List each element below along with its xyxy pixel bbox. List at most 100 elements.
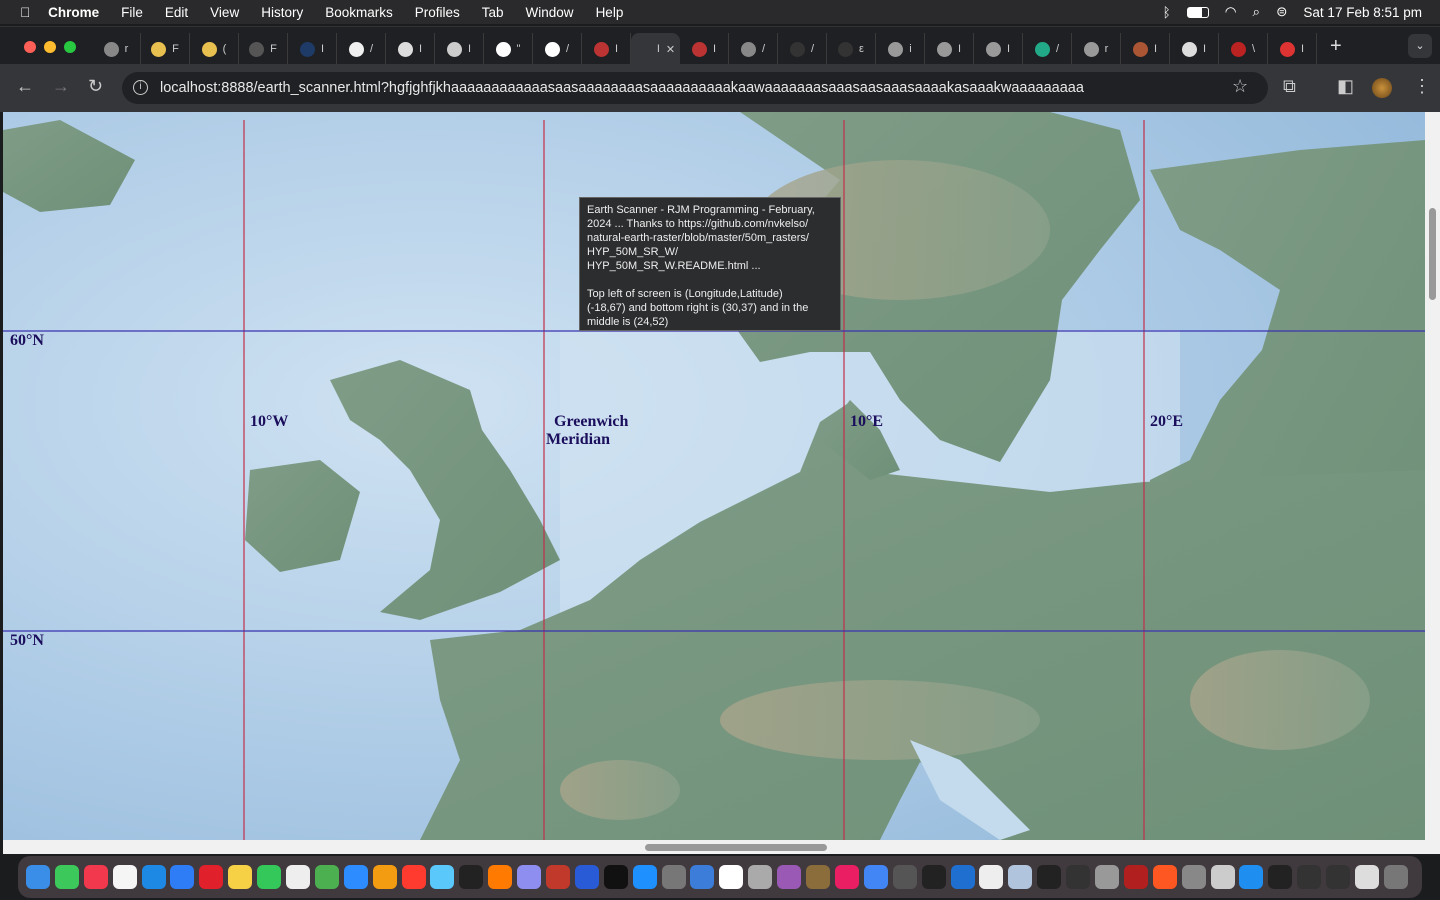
spectrum-icon[interactable]	[1008, 865, 1033, 889]
tab-search-button[interactable]: ⌄	[1408, 34, 1432, 58]
browser-tab[interactable]: I	[1170, 33, 1219, 65]
menu-tab[interactable]: Tab	[482, 5, 504, 20]
appstore-icon[interactable]	[632, 865, 657, 889]
url-text[interactable]: localhost:8888/earth_scanner.html?hgfjgh…	[160, 80, 1084, 96]
new-tab-button[interactable]: +	[1330, 35, 1342, 58]
launchpad-icon[interactable]	[517, 865, 542, 889]
browser-tab[interactable]: I	[1268, 33, 1317, 65]
gpt-icon[interactable]	[1094, 865, 1119, 889]
browser-tab[interactable]: F	[141, 33, 190, 65]
terminal3-icon[interactable]	[1037, 865, 1062, 889]
safari-icon[interactable]	[141, 865, 166, 889]
intellij-icon[interactable]	[834, 865, 859, 889]
browser-tab[interactable]: /	[778, 33, 827, 65]
browser-tab[interactable]: I	[288, 33, 337, 65]
reload-icon[interactable]: ↻	[88, 76, 103, 97]
opera-icon[interactable]	[199, 865, 224, 889]
zoom-icon[interactable]	[343, 865, 368, 889]
forward-icon[interactable]: →	[52, 76, 70, 97]
vertical-scroll-thumb[interactable]	[1429, 208, 1436, 300]
apple-icon[interactable]: 	[20, 5, 30, 20]
menu-app-chrome[interactable]: Chrome	[48, 5, 99, 20]
bluetooth-icon[interactable]: ᛒ	[1163, 5, 1171, 20]
appletv-icon[interactable]	[603, 865, 628, 889]
textedit-icon[interactable]	[286, 865, 311, 889]
system-prefs-icon[interactable]	[748, 865, 773, 889]
vertical-scrollbar[interactable]	[1425, 112, 1440, 854]
browser-tab[interactable]: i	[876, 33, 925, 65]
monitor-icon[interactable]	[1066, 865, 1091, 889]
preview-icon[interactable]	[430, 865, 455, 889]
browser-tab[interactable]: r	[1072, 33, 1121, 65]
trash-icon[interactable]	[1383, 865, 1408, 889]
screenshot-icon[interactable]	[1181, 865, 1206, 889]
browser-tab[interactable]: /	[337, 33, 386, 65]
downloads-icon[interactable]	[1210, 865, 1235, 889]
browser-tab[interactable]: I	[925, 33, 974, 65]
mail-icon[interactable]	[170, 865, 195, 889]
bbedit-icon[interactable]	[574, 865, 599, 889]
music-icon[interactable]	[83, 865, 108, 889]
podcasts-icon[interactable]	[777, 865, 802, 889]
menu-bookmarks[interactable]: Bookmarks	[325, 5, 393, 20]
window2-icon[interactable]	[1297, 865, 1322, 889]
menu-file[interactable]: File	[121, 5, 143, 20]
menu-history[interactable]: History	[261, 5, 303, 20]
calculator-icon[interactable]	[661, 865, 686, 889]
site-info-icon[interactable]: i	[133, 80, 148, 95]
files-icon[interactable]	[979, 865, 1004, 889]
close-window-button[interactable]	[24, 41, 36, 53]
window3-icon[interactable]	[1326, 865, 1351, 889]
window1-icon[interactable]	[1268, 865, 1293, 889]
gimp-icon[interactable]	[892, 865, 917, 889]
browser-tab[interactable]: ε	[827, 33, 876, 65]
control-center-icon[interactable]: ⊜	[1276, 4, 1287, 20]
extensions-icon[interactable]: ⧉	[1283, 76, 1296, 97]
address-bar[interactable]: i localhost:8888/earth_scanner.html?hgfj…	[122, 72, 1268, 104]
menu-profiles[interactable]: Profiles	[415, 5, 460, 20]
browser-tab[interactable]: /	[1023, 33, 1072, 65]
terminal2-icon[interactable]	[921, 865, 946, 889]
browser-tab[interactable]: /	[533, 33, 582, 65]
facetime-icon[interactable]	[257, 865, 282, 889]
horizontal-scroll-thumb[interactable]	[645, 844, 827, 851]
back-icon[interactable]: ←	[16, 76, 34, 97]
browser-tab[interactable]: (	[190, 33, 239, 65]
profile-avatar[interactable]	[1372, 78, 1392, 98]
battery-icon[interactable]	[1186, 6, 1209, 18]
spinner-icon[interactable]	[1152, 865, 1177, 889]
calendar-icon[interactable]	[719, 865, 744, 889]
side-panel-icon[interactable]: ◧	[1337, 76, 1354, 97]
messages-icon[interactable]	[54, 865, 79, 889]
browser-tab[interactable]: I ✕	[631, 33, 680, 65]
horizontal-scrollbar[interactable]	[3, 840, 1425, 854]
firefox-dev-icon[interactable]	[1123, 865, 1148, 889]
browser-tab[interactable]: I	[680, 33, 729, 65]
clock[interactable]: Sat 17 Feb 8:51 pm	[1303, 5, 1422, 20]
browser-tab[interactable]: /	[729, 33, 778, 65]
menu-help[interactable]: Help	[596, 5, 624, 20]
menu-edit[interactable]: Edit	[165, 5, 188, 20]
browser-tab[interactable]: r	[92, 33, 141, 65]
filezilla-icon[interactable]	[546, 865, 571, 889]
more-menu-icon[interactable]: ⋮	[1413, 76, 1431, 97]
browser-tab[interactable]: F	[239, 33, 288, 65]
browser-tab[interactable]: I	[582, 33, 631, 65]
finder-icon[interactable]	[26, 865, 50, 889]
browser-tab[interactable]: I	[1121, 33, 1170, 65]
browser-tab[interactable]: I	[386, 33, 435, 65]
keychain-icon[interactable]	[806, 865, 831, 889]
photos-icon[interactable]	[372, 865, 397, 889]
globe-icon[interactable]	[1239, 865, 1264, 889]
menu-window[interactable]: Window	[526, 5, 574, 20]
wifi-icon[interactable]: ◠	[1225, 4, 1237, 20]
xcode-icon[interactable]	[690, 865, 715, 889]
earth-map-viewport[interactable]: 60°N 50°N 10°W Greenwich Meridian 10°E 2…	[3, 112, 1425, 840]
quicktime-icon[interactable]	[950, 865, 975, 889]
menu-view[interactable]: View	[210, 5, 239, 20]
news-icon[interactable]	[401, 865, 426, 889]
reminders-icon[interactable]	[112, 865, 137, 889]
browser-tab[interactable]: \	[1219, 33, 1268, 65]
browser-tab[interactable]: I	[974, 33, 1023, 65]
preview2-icon[interactable]	[1354, 865, 1379, 889]
